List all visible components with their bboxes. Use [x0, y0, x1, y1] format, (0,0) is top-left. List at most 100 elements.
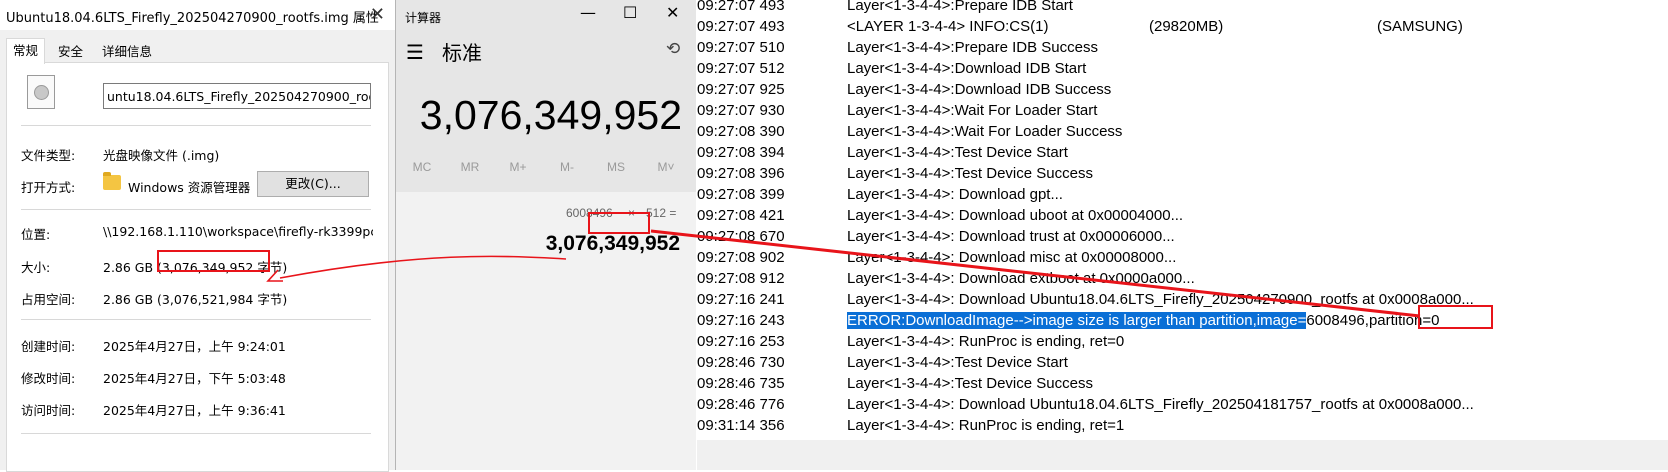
log-message-text: Layer<1-3-4-4>: RunProc is ending, ret=1 [847, 417, 1125, 434]
log-message-text: Layer<1-3-4-4>: Download Ubuntu18.04.6LT… [847, 396, 1474, 413]
log-message: Layer<1-3-4-4>: RunProc is ending, ret=0 [847, 332, 1124, 352]
disk-size-label: 占用空间: [21, 292, 76, 307]
calculator-display: 3,076,349,952 [419, 92, 682, 138]
log-message-text: <LAYER 1-3-4-4> INFO:CS(1) [847, 18, 1049, 35]
close-icon[interactable]: ✕ [666, 3, 679, 22]
maximize-icon[interactable]: ☐ [623, 3, 637, 22]
log-message: Layer<1-3-4-4>:Prepare IDB Start [847, 0, 1073, 16]
log-extra: (SAMSUNG) [1377, 18, 1463, 35]
log-message-text: Layer<1-3-4-4>:Test Device Success [847, 375, 1093, 392]
log-time: 09:27:08 399 [697, 186, 785, 203]
divider [21, 125, 371, 126]
log-time: 09:27:08 394 [697, 144, 785, 161]
log-time: 09:28:46 730 [697, 354, 785, 371]
log-error-value: 6008496 [1306, 312, 1365, 329]
minimize-icon[interactable]: — [580, 3, 596, 22]
tab-security[interactable]: 安全 [52, 42, 89, 62]
tab-general[interactable]: 常规 [6, 38, 46, 64]
log-time: 09:27:08 670 [697, 228, 785, 245]
log-time: 09:27:08 390 [697, 123, 785, 140]
log-panel: 09:27:07 493 Layer<1-3-4-4>:Prepare IDB S… [697, 0, 1668, 440]
memory-add-button[interactable]: M+ [494, 160, 542, 174]
close-icon[interactable]: ✕ [370, 4, 385, 25]
log-time: 09:27:08 902 [697, 249, 785, 266]
history-rest: 512 = [646, 206, 677, 220]
log-time: 09:31:14 356 [697, 417, 785, 434]
accessed-value: 2025年4月27日，上午 9:36:41 [103, 403, 286, 418]
memory-subtract-button[interactable]: M- [543, 160, 591, 174]
log-time: 09:27:16 241 [697, 291, 785, 308]
log-message: Layer<1-3-4-4>: Download Ubuntu18.04.6LT… [847, 395, 1474, 415]
memory-list-button[interactable]: M˅ [642, 160, 690, 174]
log-message: ERROR:DownloadImage-->image size is larg… [847, 311, 1439, 331]
log-message-text: Layer<1-3-4-4>:Download IDB Start [847, 60, 1087, 77]
status-strip [697, 440, 1668, 470]
log-message-text: Layer<1-3-4-4>:Wait For Loader Success [847, 123, 1123, 140]
log-time: 09:27:16 253 [697, 333, 785, 350]
log-message-text: Layer<1-3-4-4>:Test Device Start [847, 144, 1068, 161]
log-message: Layer<1-3-4-4>:Test Device Success [847, 374, 1093, 394]
log-message: Layer<1-3-4-4>: Download misc at 0x00008… [847, 248, 1176, 268]
log-message: Layer<1-3-4-4>: Download extboot at 0x00… [847, 269, 1195, 289]
general-panel: untu18.04.6LTS_Firefly_202504270900_root… [6, 62, 389, 472]
folder-icon [103, 172, 121, 190]
open-with-label: 打开方式: [21, 180, 76, 195]
change-button[interactable]: 更改(C)... [257, 171, 369, 197]
log-message-text: Layer<1-3-4-4>: Download uboot at 0x0000… [847, 207, 1184, 224]
log-message: Layer<1-3-4-4>: RunProc is ending, ret=1 [847, 416, 1124, 436]
log-message: Layer<1-3-4-4>:Download IDB Success [847, 80, 1111, 100]
calculator-mode: 标准 [442, 41, 482, 65]
log-time: 09:27:07 510 [697, 39, 785, 56]
accessed-label: 访问时间: [21, 403, 76, 418]
memory-bar: MC MR M+ M- MS M˅ [396, 160, 696, 182]
log-time: 09:27:16 243 [697, 312, 785, 329]
history-result[interactable]: 3,076,349,952 [546, 232, 680, 256]
log-message: Layer<1-3-4-4>: Download gpt... [847, 185, 1063, 205]
log-time: 09:27:07 930 [697, 102, 785, 119]
log-message-text: Layer<1-3-4-4>: Download misc at 0x00008… [847, 249, 1177, 266]
history-operator: × [628, 206, 636, 220]
log-time: 09:27:08 912 [697, 270, 785, 287]
calculator-window: 计算器 — ☐ ✕ ☰ 标准 ⟲ 3,076,349,952 MC MR M+ … [396, 0, 696, 470]
memory-recall-button[interactable]: MR [446, 160, 494, 174]
filename-field[interactable]: untu18.04.6LTS_Firefly_202504270900_root… [103, 83, 371, 109]
log-message: Layer<1-3-4-4>:Prepare IDB Success [847, 38, 1098, 58]
log-time: 09:28:46 776 [697, 396, 785, 413]
history-icon[interactable]: ⟲ [666, 39, 680, 59]
divider [21, 209, 371, 210]
log-error-highlight: ERROR:DownloadImage-->image size is larg… [847, 312, 1307, 329]
tab-details[interactable]: 详细信息 [96, 42, 158, 62]
memory-clear-button[interactable]: MC [398, 160, 446, 174]
log-message-text: Layer<1-3-4-4>:Prepare IDB Start [847, 0, 1073, 14]
memory-store-button[interactable]: MS [592, 160, 640, 174]
divider [21, 319, 371, 320]
location-value: \\192.168.1.110\workspace\firefly-rk3399… [103, 224, 373, 239]
calculator-title: 计算器 [405, 11, 442, 25]
size-value-gb: 2.86 GB [103, 260, 158, 275]
divider [21, 433, 371, 434]
log-message-text: Layer<1-3-4-4>:Prepare IDB Success [847, 39, 1098, 56]
log-message-text: Layer<1-3-4-4>:Download IDB Success [847, 81, 1112, 98]
size-value: 2.86 GB (3,076,349,952 字节) [103, 257, 287, 276]
location-label: 位置: [21, 227, 51, 242]
log-message: Layer<1-3-4-4>: Download uboot at 0x0000… [847, 206, 1183, 226]
size-value-bytes: (3,076,349,952 字节) [157, 260, 288, 275]
modified-label: 修改时间: [21, 371, 76, 386]
log-message-text: Layer<1-3-4-4>:Wait For Loader Start [847, 102, 1098, 119]
log-time: 09:27:07 493 [697, 0, 785, 14]
modified-value: 2025年4月27日，下午 5:03:48 [103, 371, 286, 386]
log-message-text: Layer<1-3-4-4>: Download Ubuntu18.04.6LT… [847, 291, 1474, 308]
log-message-text: Layer<1-3-4-4>:Test Device Start [847, 354, 1068, 371]
log-message: Layer<1-3-4-4>:Test Device Start [847, 143, 1068, 163]
open-with-value: Windows 资源管理器 [128, 180, 251, 195]
log-message-text: Layer<1-3-4-4>: Download trust at 0x0000… [847, 228, 1175, 245]
log-message-text: Layer<1-3-4-4>:Test Device Success [847, 165, 1093, 182]
log-message: Layer<1-3-4-4>: Download Ubuntu18.04.6LT… [847, 290, 1474, 310]
hamburger-icon[interactable]: ☰ [406, 40, 424, 64]
log-extra: (29820MB) [1149, 18, 1224, 35]
log-message-text: Layer<1-3-4-4>: Download gpt... [847, 186, 1063, 203]
disk-size-value: 2.86 GB (3,076,521,984 字节) [103, 292, 288, 307]
type-label: 文件类型: [21, 148, 76, 163]
log-message: Layer<1-3-4-4>:Wait For Loader Success [847, 122, 1122, 142]
log-time: 09:27:07 925 [697, 81, 785, 98]
